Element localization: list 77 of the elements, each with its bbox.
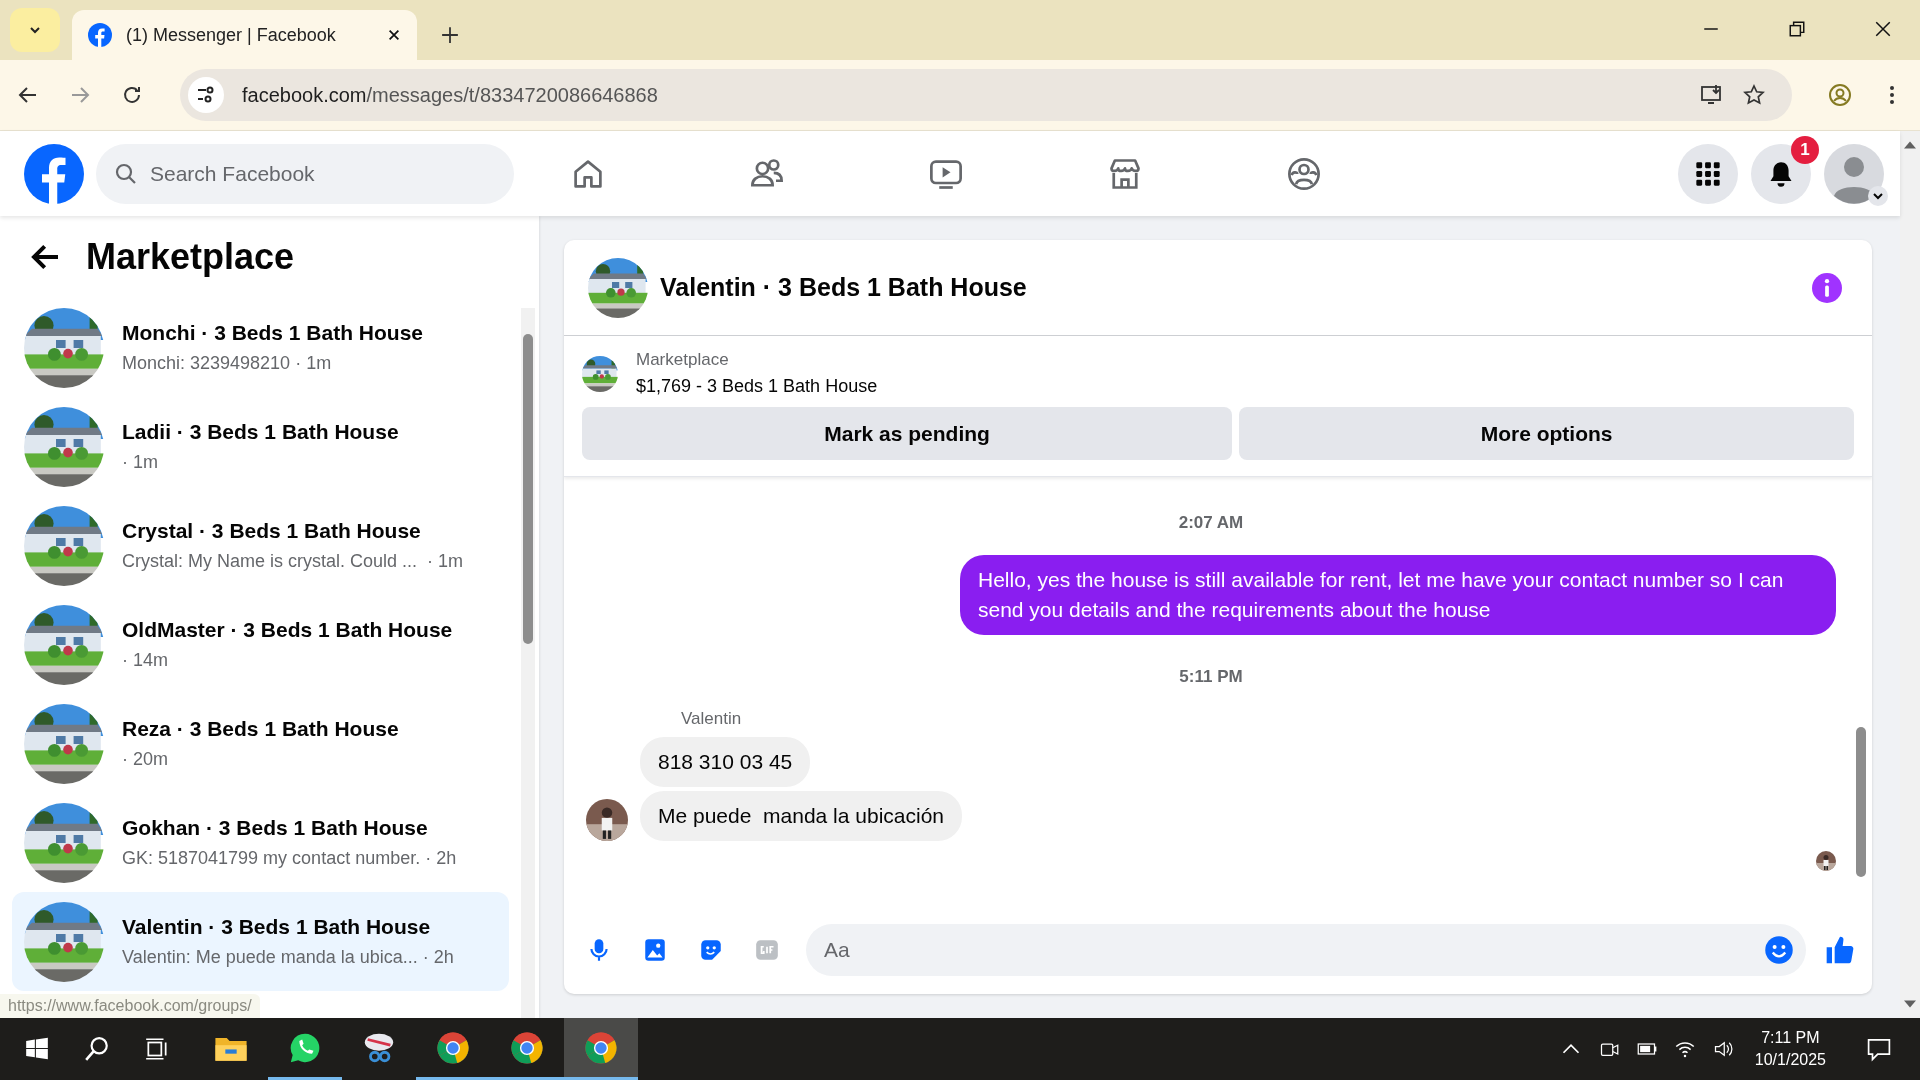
message-field[interactable]: Aa [806, 924, 1806, 976]
chat-title: Valentin · 3 Beds 1 Bath House [660, 273, 1027, 302]
image-icon[interactable] [642, 937, 668, 963]
address-bar[interactable]: facebook.com/messages/t/8334720086646868 [180, 69, 1792, 121]
timestamp: 5:11 PM [1179, 667, 1243, 687]
new-tab-icon[interactable] [441, 26, 459, 44]
timestamp: 2:07 AM [1178, 513, 1244, 533]
search-icon [114, 161, 138, 186]
conversation-preview: Valentin: Me puede manda la ubica... · 2h [122, 947, 454, 968]
site-settings-icon[interactable] [188, 77, 224, 113]
search-field[interactable]: Search Facebook [96, 143, 514, 204]
task-view-icon[interactable] [144, 1036, 170, 1062]
facebook-logo-icon [88, 23, 112, 47]
person-silhouette-icon [1824, 143, 1884, 204]
conversation-name: Reza · 3 Beds 1 Bath House [122, 717, 399, 741]
bookmark-star-icon[interactable] [1742, 83, 1766, 107]
conversation-item[interactable]: Valentin · 3 Beds 1 Bath House Valentin: Me puede manda la ubica... · 2h [12, 892, 509, 991]
listing-label: Marketplace [636, 350, 730, 370]
sidebar-title: Marketplace [86, 236, 295, 278]
conversation-preview: · 1m [122, 452, 159, 473]
notification-center-icon[interactable] [1866, 1036, 1892, 1062]
notification-badge: 1 [1791, 135, 1819, 164]
restore-icon[interactable] [1788, 20, 1806, 38]
listing-action-button[interactable]: More options [1239, 407, 1854, 460]
scroll-down-icon[interactable] [1904, 1000, 1916, 1008]
windows-start-icon[interactable] [24, 1036, 50, 1062]
chevron-down-icon[interactable] [1868, 185, 1888, 206]
conversation-item[interactable]: OldMaster · 3 Beds 1 Bath House · 14m [12, 595, 509, 694]
conversation-name: Gokhan · 3 Beds 1 Bath House [122, 816, 429, 840]
browser-icon [436, 1030, 470, 1065]
conversation-preview: GK: 5187041799 my contact number. · 2h [122, 848, 457, 869]
tab-title: (1) Messenger | Facebook [126, 24, 337, 46]
scrollbar[interactable] [521, 308, 535, 1018]
scroll-up-icon[interactable] [1904, 141, 1916, 149]
conversation-preview: Crystal: My Name is crystal. Could ... · 1m [122, 551, 464, 572]
profile-icon[interactable] [1828, 83, 1852, 107]
close-icon[interactable] [387, 28, 401, 42]
url-text: facebook.com/messages/t/8334720086646868 [242, 83, 658, 107]
scrollbar[interactable] [1900, 131, 1920, 1018]
wifi-icon[interactable] [1674, 1039, 1695, 1059]
sticker-icon[interactable] [698, 937, 724, 963]
conversation-name: Valentin · 3 Beds 1 Bath House [122, 915, 432, 939]
volume-icon[interactable] [1712, 1039, 1733, 1059]
conversation-name: Crystal · 3 Beds 1 Bath House [122, 519, 422, 543]
conversation-name: Monchi · 3 Beds 1 Bath House [122, 321, 424, 345]
browser-icon [584, 1030, 618, 1065]
close-icon[interactable] [1874, 20, 1892, 38]
conversation-preview: Monchi: 3239498210 · 1m [122, 353, 333, 374]
listing-action-button[interactable]: Mark as pending [582, 407, 1233, 460]
sent-message: Hello, yes the house is still available for rent, let me have your contact number so I can send you details and the requirements about the house [960, 555, 1836, 635]
received-message: Me puede manda la ubicación [640, 791, 963, 841]
listing-title: $1,769 - 3 Beds 1 Bath House [636, 376, 878, 397]
browser-tab[interactable]: (1) Messenger | Facebook [72, 10, 417, 60]
conversation-item[interactable]: Gokhan · 3 Beds 1 Bath House GK: 5187041799 my contact number. · 2h [12, 793, 509, 892]
conversation-preview: · 20m [122, 749, 169, 770]
conversation-item[interactable]: Crystal · 3 Beds 1 Bath House Crystal: My Name is crystal. Could ... · 1m [12, 496, 509, 595]
sender-name: Valentin [681, 709, 743, 729]
clock[interactable]: 7:11 PM 10/1/2025 [1754, 1029, 1826, 1069]
thumbs-up-icon[interactable] [1824, 934, 1856, 966]
conversation-item[interactable]: Reza · 3 Beds 1 Bath House · 20m [12, 694, 509, 793]
facebook-logo-icon[interactable] [24, 143, 84, 204]
conversation-preview: · 14m [122, 650, 169, 671]
emoji-icon[interactable] [1764, 935, 1794, 965]
conversation-name: Ladii · 3 Beds 1 Bath House [122, 420, 399, 444]
groups-icon[interactable] [1286, 155, 1322, 192]
conversation-name: OldMaster · 3 Beds 1 Bath House [122, 618, 453, 642]
received-message: 818 310 03 45 [640, 737, 811, 787]
search-icon[interactable] [84, 1036, 110, 1062]
clock-time: 7:11 PM [1761, 1029, 1820, 1047]
info-icon[interactable] [1812, 272, 1842, 303]
conversation-item[interactable]: Ladii · 3 Beds 1 Bath House · 1m [12, 397, 509, 496]
url-tooltip: https://www.facebook.com/groups/ [0, 994, 260, 1018]
grid-icon [1694, 159, 1722, 188]
conversation-item[interactable]: Monchi · 3 Beds 1 Bath House Monchi: 3239498210 · 1m [12, 298, 509, 397]
browser-icon [510, 1030, 544, 1065]
install-app-icon[interactable] [1700, 83, 1724, 107]
clock-date: 10/1/2025 [1754, 1051, 1826, 1069]
